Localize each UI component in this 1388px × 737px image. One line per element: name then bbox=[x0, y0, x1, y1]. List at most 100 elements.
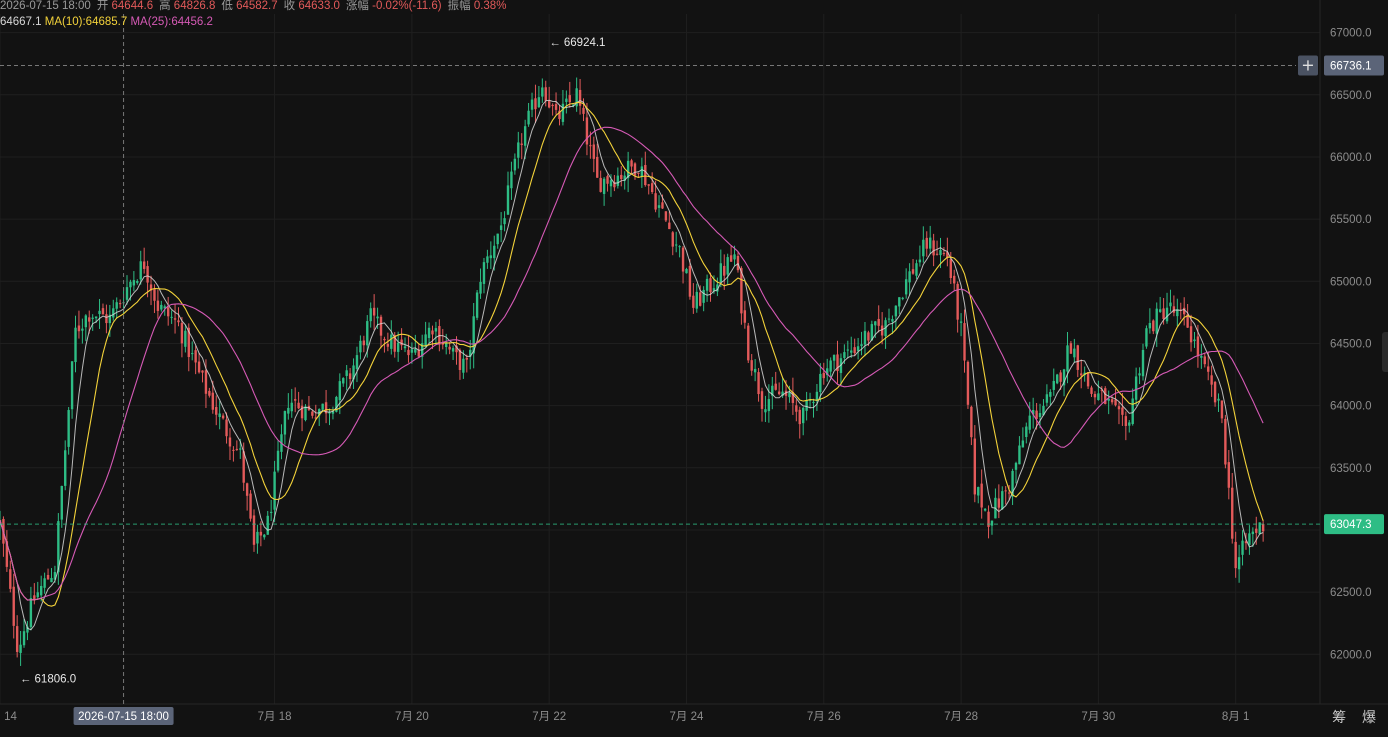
candle-body bbox=[142, 261, 146, 269]
candle-body bbox=[554, 104, 558, 110]
candle-body bbox=[136, 280, 139, 283]
candle-body bbox=[19, 644, 22, 653]
candle-body bbox=[208, 390, 211, 396]
candle-body bbox=[901, 297, 904, 299]
change-label: 涨幅 bbox=[345, 0, 369, 12]
candle-body bbox=[221, 415, 225, 419]
candle-body bbox=[860, 344, 863, 347]
candle-body bbox=[733, 254, 736, 260]
open-value: 64644.6 bbox=[111, 0, 154, 12]
candle-body bbox=[966, 361, 970, 405]
candle-body bbox=[801, 407, 805, 424]
candle-body bbox=[434, 328, 438, 332]
candle-body bbox=[596, 156, 599, 178]
candle-body bbox=[297, 402, 300, 409]
price-tick-label: 64500.0 bbox=[1330, 338, 1372, 350]
candle-body bbox=[904, 279, 908, 295]
candle-body bbox=[812, 401, 815, 404]
candle-body bbox=[829, 360, 832, 372]
candle-body bbox=[105, 314, 108, 324]
candle-body bbox=[568, 95, 571, 103]
corner-tools[interactable]: 筹 爆 bbox=[1332, 707, 1382, 727]
candle-body bbox=[1155, 308, 1158, 334]
candle-body bbox=[685, 268, 688, 274]
candle-body bbox=[191, 353, 194, 355]
candle-body bbox=[410, 349, 414, 353]
candle-body bbox=[366, 321, 369, 346]
candle-body bbox=[589, 145, 592, 147]
candle-body bbox=[630, 160, 633, 167]
candle-body bbox=[1231, 487, 1234, 539]
candle-body bbox=[585, 117, 589, 145]
candlestick-chart[interactable]: 67000.0 66500.0 66000.0 65500.0 65000.0 64500… bbox=[0, 0, 1388, 737]
candle-body bbox=[1025, 426, 1028, 437]
candle-body bbox=[908, 271, 911, 283]
candle-body bbox=[396, 342, 400, 352]
price-tick-label: 66500.0 bbox=[1330, 90, 1372, 102]
chart-canvas[interactable]: 67000.0 66500.0 66000.0 65500.0 65000.0 64500… bbox=[0, 0, 1388, 737]
candle-body bbox=[1152, 320, 1155, 332]
close-value: 64633.0 bbox=[298, 0, 340, 12]
candle-body bbox=[1189, 326, 1193, 343]
candle-body bbox=[702, 289, 705, 303]
candle-body bbox=[637, 172, 640, 174]
candle-body bbox=[1193, 339, 1196, 342]
candle-body bbox=[592, 144, 596, 159]
candle-body bbox=[1038, 413, 1042, 417]
candle-body bbox=[369, 308, 372, 322]
candle-body bbox=[983, 508, 987, 511]
candle-body bbox=[970, 406, 973, 438]
candle-body bbox=[953, 275, 956, 284]
candle-body bbox=[1145, 328, 1148, 347]
candle-body bbox=[671, 232, 674, 247]
candle-body bbox=[616, 175, 620, 186]
candle-body bbox=[218, 413, 221, 418]
candle-body bbox=[503, 218, 506, 225]
candle-body bbox=[1052, 380, 1055, 390]
candle-body bbox=[922, 239, 925, 257]
candle-body bbox=[311, 411, 314, 416]
candle-body bbox=[22, 631, 26, 646]
candle-body bbox=[263, 534, 266, 538]
candle-body bbox=[891, 319, 894, 322]
candle-body bbox=[647, 184, 650, 186]
candle-body bbox=[757, 372, 760, 395]
candle-body bbox=[64, 450, 67, 486]
candle-body bbox=[36, 592, 39, 598]
time-tick-label: 7月 30 bbox=[1081, 711, 1115, 723]
candle-body bbox=[1059, 372, 1062, 382]
candle-body bbox=[977, 487, 980, 496]
candle-body bbox=[1224, 418, 1227, 465]
crosshair-time-label: 2026-07-15 18:00 bbox=[78, 711, 169, 723]
candle-body bbox=[1066, 345, 1069, 372]
candle-body bbox=[819, 373, 822, 392]
candle-body bbox=[743, 310, 747, 323]
candle-body bbox=[362, 340, 366, 346]
candle-body bbox=[43, 578, 46, 588]
candle-body bbox=[276, 450, 280, 471]
candle-body bbox=[633, 163, 637, 176]
candle-body bbox=[709, 278, 712, 293]
candle-body bbox=[475, 292, 479, 318]
candle-body bbox=[287, 407, 290, 414]
candle-body bbox=[853, 347, 856, 354]
candle-body bbox=[386, 343, 390, 347]
candle-body bbox=[50, 577, 53, 583]
candle-body bbox=[451, 348, 455, 352]
candle-body bbox=[91, 317, 94, 319]
candle-body bbox=[479, 281, 482, 294]
low-value: 64582.7 bbox=[236, 0, 278, 12]
candle-body bbox=[194, 350, 197, 363]
candle-body bbox=[379, 316, 383, 336]
candle-body bbox=[578, 89, 582, 106]
candle-body bbox=[805, 399, 808, 411]
candle-body bbox=[431, 330, 434, 335]
side-panel-toggle[interactable] bbox=[1382, 332, 1388, 372]
open-label: 开 bbox=[96, 0, 109, 12]
candle-body bbox=[427, 327, 431, 338]
candle-body bbox=[290, 402, 293, 412]
candle-body bbox=[973, 438, 977, 495]
candle-body bbox=[1134, 376, 1138, 400]
candle-body bbox=[414, 348, 417, 353]
candle-body bbox=[798, 409, 801, 425]
